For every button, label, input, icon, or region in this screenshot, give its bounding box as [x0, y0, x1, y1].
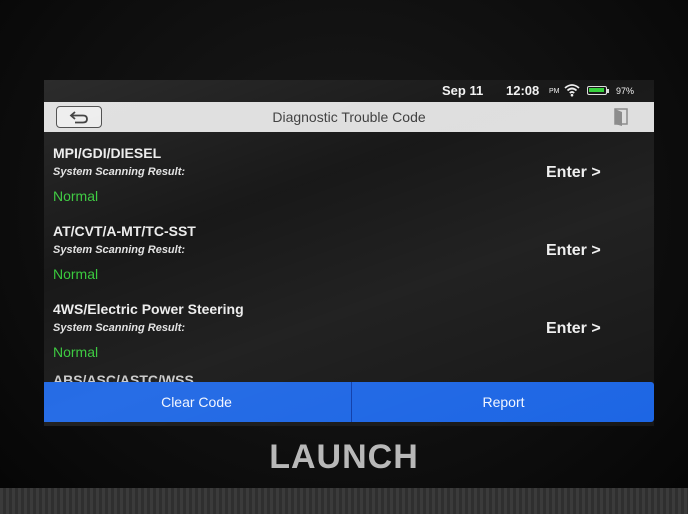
- exit-icon: [614, 108, 628, 126]
- system-name: MPI/GDI/DIESEL: [53, 145, 162, 161]
- list-item[interactable]: AT/CVT/A-MT/TC-SST System Scanning Resul…: [44, 210, 654, 286]
- report-button[interactable]: Report: [351, 382, 654, 422]
- status-bar: Sep 11 12:08 PM 97%: [44, 80, 654, 102]
- enter-button[interactable]: Enter >: [546, 242, 601, 260]
- scan-result-value: Normal: [53, 188, 99, 204]
- status-time: 12:08: [506, 83, 540, 98]
- exit-button[interactable]: [599, 106, 639, 128]
- enter-button[interactable]: Enter >: [546, 320, 601, 338]
- surface-strip: [0, 488, 688, 514]
- list-item[interactable]: 4WS/Electric Power Steering System Scann…: [44, 288, 654, 364]
- action-bar: Clear Code Report: [44, 382, 654, 422]
- brand-logo: LAUNCH: [269, 438, 419, 476]
- status-ampm: PM: [549, 88, 560, 95]
- system-name: 4WS/Electric Power Steering: [53, 301, 244, 317]
- scan-result-value: Normal: [53, 266, 99, 282]
- scan-result-label: System Scanning Result:: [53, 322, 186, 334]
- battery-icon: [587, 86, 607, 95]
- enter-button[interactable]: Enter >: [546, 164, 601, 182]
- battery-cap: [607, 89, 609, 93]
- list-item[interactable]: MPI/GDI/DIESEL System Scanning Result: N…: [44, 132, 654, 208]
- scan-result-label: System Scanning Result:: [53, 244, 186, 256]
- scan-result-label: System Scanning Result:: [53, 166, 186, 178]
- status-date: Sep 11: [442, 83, 484, 98]
- clear-code-button[interactable]: Clear Code: [44, 382, 351, 422]
- wifi-icon: [564, 84, 580, 97]
- page-title: Diagnostic Trouble Code: [272, 109, 426, 125]
- battery-percent: 97%: [616, 86, 635, 96]
- battery-fill: [589, 88, 604, 92]
- scan-result-value: Normal: [53, 344, 99, 360]
- device-frame: Sep 11 12:08 PM 97% Diagnostic Trouble C…: [0, 0, 688, 514]
- screen: Sep 11 12:08 PM 97% Diagnostic Trouble C…: [44, 80, 654, 426]
- title-bar: Diagnostic Trouble Code: [44, 102, 654, 132]
- system-name: AT/CVT/A-MT/TC-SST: [53, 223, 196, 239]
